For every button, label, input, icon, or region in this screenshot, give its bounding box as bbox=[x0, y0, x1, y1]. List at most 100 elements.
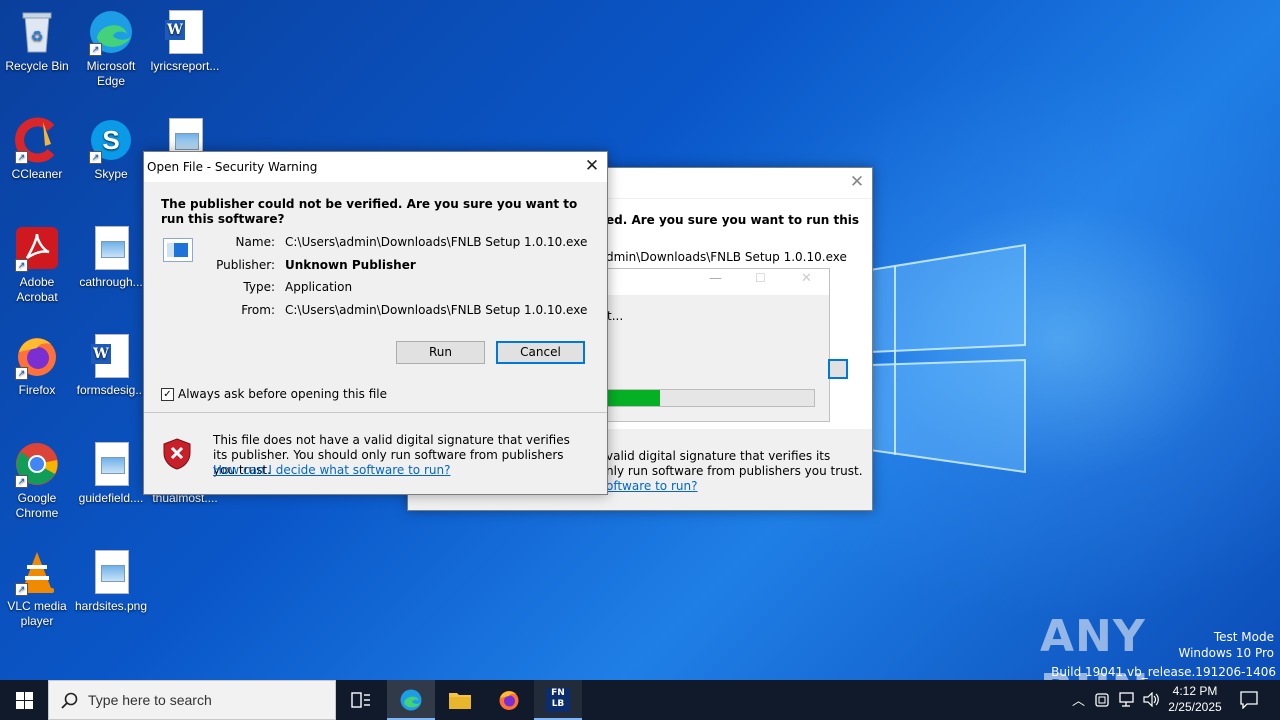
type-label: Type: bbox=[243, 280, 275, 294]
fnlb-app-icon: FN LB bbox=[546, 688, 570, 712]
tray-device-icon[interactable] bbox=[1092, 680, 1112, 720]
shortcut-arrow-icon: ↗ bbox=[15, 367, 28, 380]
from-value: C:\Users\admin\Downloads\FNLB Setup 1.0.… bbox=[285, 303, 588, 317]
name-value: C:\Users\admin\Downloads\FNLB Setup 1.0.… bbox=[285, 235, 588, 249]
device-icon bbox=[1095, 693, 1109, 707]
name-label: Name: bbox=[235, 235, 275, 249]
image-file-icon bbox=[87, 440, 135, 488]
desktop-icon-cathrough[interactable]: cathrough... bbox=[73, 224, 149, 290]
word-document-icon: W bbox=[161, 8, 209, 56]
action-center-button[interactable] bbox=[1232, 680, 1270, 720]
shortcut-arrow-icon: ↗ bbox=[15, 583, 28, 596]
tray-volume-icon[interactable] bbox=[1140, 680, 1162, 720]
taskbar-clock[interactable]: 4:12 PM 2/25/2025 bbox=[1164, 680, 1226, 720]
always-ask-label: Always ask before opening this file bbox=[178, 387, 387, 401]
background-sig-line1: valid digital signature that verifies it… bbox=[606, 449, 831, 463]
cancel-button[interactable]: Cancel bbox=[496, 341, 585, 364]
always-ask-checkbox[interactable]: ✓ bbox=[161, 388, 174, 401]
publisher-value: Unknown Publisher bbox=[285, 258, 416, 272]
clock-time: 4:12 PM bbox=[1172, 684, 1218, 698]
progress-window[interactable]: — ☐ ✕ t... bbox=[606, 268, 830, 422]
desktop-icon-adobe-acrobat[interactable]: ↗ Adobe Acrobat bbox=[0, 224, 75, 305]
volume-icon bbox=[1143, 692, 1159, 707]
how-to-decide-link[interactable]: How can I decide what software to run? bbox=[213, 463, 450, 477]
firefox-icon: ↗ bbox=[13, 332, 61, 380]
dialog-title: Open File - Security Warning bbox=[147, 160, 318, 174]
start-button[interactable] bbox=[0, 680, 48, 720]
taskbar-search-box[interactable]: Type here to search bbox=[48, 680, 336, 720]
windows-edition-label: Windows 10 Pro bbox=[1178, 646, 1274, 660]
desktop-icon-hardsites[interactable]: hardsites.png bbox=[73, 548, 149, 614]
close-icon[interactable]: ✕ bbox=[842, 168, 872, 198]
word-document-icon: W bbox=[87, 332, 135, 380]
task-view-button[interactable] bbox=[338, 680, 384, 720]
publisher-label: Publisher: bbox=[216, 258, 275, 272]
desktop-icon-ccleaner[interactable]: ↗ CCleaner bbox=[0, 116, 75, 182]
show-hidden-icons-button[interactable]: ︿ bbox=[1068, 680, 1088, 720]
desktop-icon-label: Google Chrome bbox=[15, 491, 59, 520]
desktop-icon-lyricsreport[interactable]: W lyricsreport... bbox=[147, 8, 223, 74]
desktop-icon-formsdesig[interactable]: W formsdesig... bbox=[73, 332, 149, 398]
edge-icon: ↗ bbox=[87, 8, 135, 56]
dialog-footer: This file does not have a valid digital … bbox=[144, 413, 607, 494]
tray-network-icon[interactable] bbox=[1116, 680, 1138, 720]
desktop-icon-skype[interactable]: S ↗ Skype bbox=[73, 116, 149, 182]
progress-bar bbox=[607, 389, 815, 407]
close-icon[interactable]: ✕ bbox=[577, 152, 607, 182]
shield-warning-icon bbox=[163, 438, 191, 470]
acrobat-icon: ↗ bbox=[13, 224, 61, 272]
taskbar: Type here to search FN LB ︿ 4:12 PM 2/25/… bbox=[0, 680, 1280, 720]
shortcut-arrow-icon: ↗ bbox=[15, 151, 28, 164]
taskbar-file-explorer-button[interactable] bbox=[436, 680, 484, 720]
clock-date: 2/25/2025 bbox=[1168, 700, 1222, 714]
desktop-icon-guidefield[interactable]: guidefield.... bbox=[73, 440, 149, 506]
background-dialog-heading: ed. Are you sure you want to run this bbox=[606, 213, 859, 227]
taskbar-edge-button[interactable] bbox=[387, 680, 435, 720]
vlc-icon: ↗ bbox=[13, 548, 61, 596]
desktop-icon-firefox[interactable]: ↗ Firefox bbox=[0, 332, 75, 398]
firefox-icon bbox=[499, 691, 519, 710]
ccleaner-icon: ↗ bbox=[13, 116, 61, 164]
progress-status: t... bbox=[607, 309, 624, 323]
task-view-icon bbox=[351, 692, 370, 708]
image-file-icon bbox=[87, 548, 135, 596]
desktop-icon-recycle-bin[interactable]: ♻ Recycle Bin bbox=[0, 8, 75, 74]
folder-icon bbox=[449, 693, 471, 709]
maximize-icon[interactable]: ☐ bbox=[755, 271, 766, 285]
background-sig-line2: nly run software from publishers you tru… bbox=[606, 464, 863, 478]
image-file-icon bbox=[87, 224, 135, 272]
chrome-icon: ↗ bbox=[13, 440, 61, 488]
build-label: Build 19041.vb_release.191206-1406 bbox=[1051, 665, 1276, 679]
type-value: Application bbox=[285, 280, 353, 294]
close-icon[interactable]: ✕ bbox=[801, 271, 812, 286]
minimize-icon[interactable]: — bbox=[709, 271, 722, 286]
dialog-main-area: The publisher could not be verified. Are… bbox=[144, 183, 607, 412]
security-warning-dialog[interactable]: Open File - Security Warning ✕ The publi… bbox=[143, 151, 608, 495]
dialog-heading: The publisher could not be verified. Are… bbox=[161, 197, 578, 226]
svg-text:♻: ♻ bbox=[31, 28, 44, 44]
desktop-icon-label: formsdesig... bbox=[76, 383, 146, 397]
background-sig-link[interactable]: oftware to run? bbox=[606, 479, 697, 493]
background-cancel-button-edge[interactable] bbox=[828, 359, 848, 379]
edge-icon bbox=[400, 689, 422, 711]
desktop-icon-label: hardsites.png bbox=[74, 599, 148, 613]
shortcut-arrow-icon: ↗ bbox=[15, 259, 28, 272]
desktop-icon-chrome[interactable]: ↗ Google Chrome bbox=[0, 440, 75, 521]
notification-icon bbox=[1240, 691, 1258, 709]
desktop-icon-vlc[interactable]: ↗ VLC media player bbox=[0, 548, 75, 629]
test-mode-label: Test Mode bbox=[1213, 630, 1274, 644]
chevron-up-icon: ︿ bbox=[1072, 693, 1086, 708]
desktop-icon-label: Microsoft Edge bbox=[86, 59, 136, 88]
desktop-icon-label: CCleaner bbox=[11, 167, 63, 181]
run-button[interactable]: Run bbox=[396, 341, 485, 364]
from-label: From: bbox=[241, 303, 275, 317]
taskbar-firefox-button[interactable] bbox=[485, 680, 533, 720]
taskbar-fnlb-button[interactable]: FN LB bbox=[534, 680, 582, 720]
network-icon bbox=[1119, 692, 1134, 707]
svg-text:S: S bbox=[102, 125, 119, 155]
desktop-icon-edge[interactable]: ↗ Microsoft Edge bbox=[73, 8, 149, 89]
desktop-icon-label: Skype bbox=[94, 167, 128, 181]
progress-window-titlebar: — ☐ ✕ bbox=[607, 269, 829, 295]
skype-icon: S ↗ bbox=[87, 116, 135, 164]
background-dialog-name: dmin\Downloads\FNLB Setup 1.0.10.exe bbox=[606, 250, 847, 264]
